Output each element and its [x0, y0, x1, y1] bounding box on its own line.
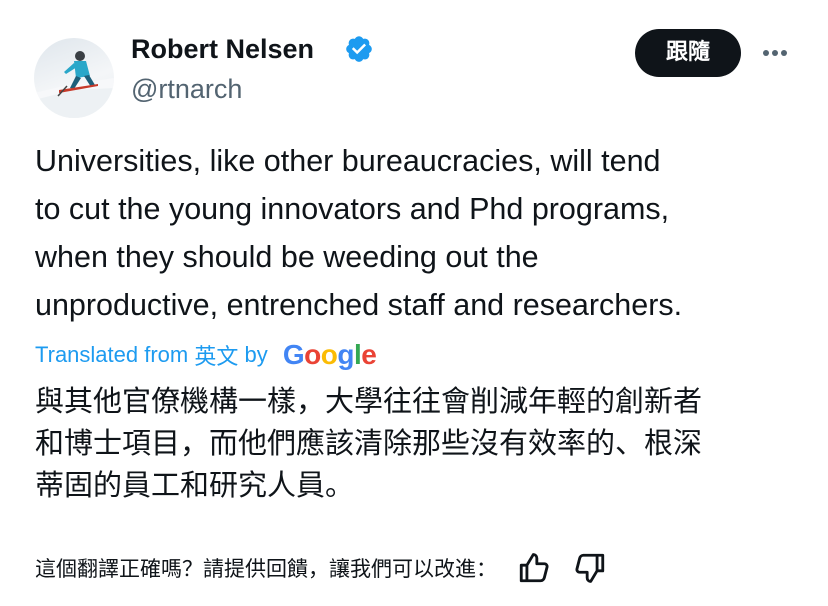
more-horizontal-icon[interactable] [757, 38, 793, 68]
follow-button[interactable]: 跟隨 [635, 29, 741, 77]
translated-prefix: Translated from [35, 342, 195, 367]
google-logo-letter: g [337, 339, 354, 370]
google-logo-letter: G [282, 339, 305, 370]
skier-photo [34, 51, 114, 118]
translation-feedback: 這個翻譯正確嗎？請提供回饋，讓我們可以改進： [35, 548, 607, 588]
tweet-line: unproductive, entrenched staff and resea… [35, 288, 683, 322]
translated-line: 蒂固的員工和研究人員。 [35, 468, 355, 502]
tweet-text: Universities, like other bureaucracies, … [35, 137, 815, 329]
source-language: 英文 [194, 344, 239, 369]
translated-by: by [238, 342, 274, 367]
tweet-line: to cut the young innovators and Phd prog… [35, 192, 670, 226]
translated-from-link[interactable]: Translated from 英文 by Google [35, 336, 377, 374]
thumbs-up-icon[interactable] [517, 551, 551, 585]
translated-line: 與其他官僚機構一樣，大學往往會削減年輕的創新者 [35, 384, 703, 418]
tweet-line: Universities, like other bureaucracies, … [35, 144, 661, 178]
google-logo-letter: e [361, 339, 377, 370]
translated-text: 與其他官僚機構一樣，大學往往會削減年輕的創新者 和博士項目，而他們應該清除那些沒… [35, 380, 805, 506]
author-name[interactable]: Robert Nelsen [131, 31, 314, 67]
google-logo: Google [282, 339, 377, 371]
author-handle[interactable]: @rtnarch [131, 72, 242, 106]
avatar[interactable] [34, 38, 114, 118]
feedback-prompt: 這個翻譯正確嗎？請提供回饋，讓我們可以改進： [35, 557, 497, 581]
verified-badge-icon [346, 36, 372, 62]
tweet-line: when they should be weeding out the [35, 240, 539, 274]
google-logo-letter: o [304, 339, 321, 370]
translated-line: 和博士項目，而他們應該清除那些沒有效率的、根深 [35, 426, 703, 460]
google-logo-letter: o [320, 339, 338, 370]
thumbs-down-icon[interactable] [573, 551, 607, 585]
